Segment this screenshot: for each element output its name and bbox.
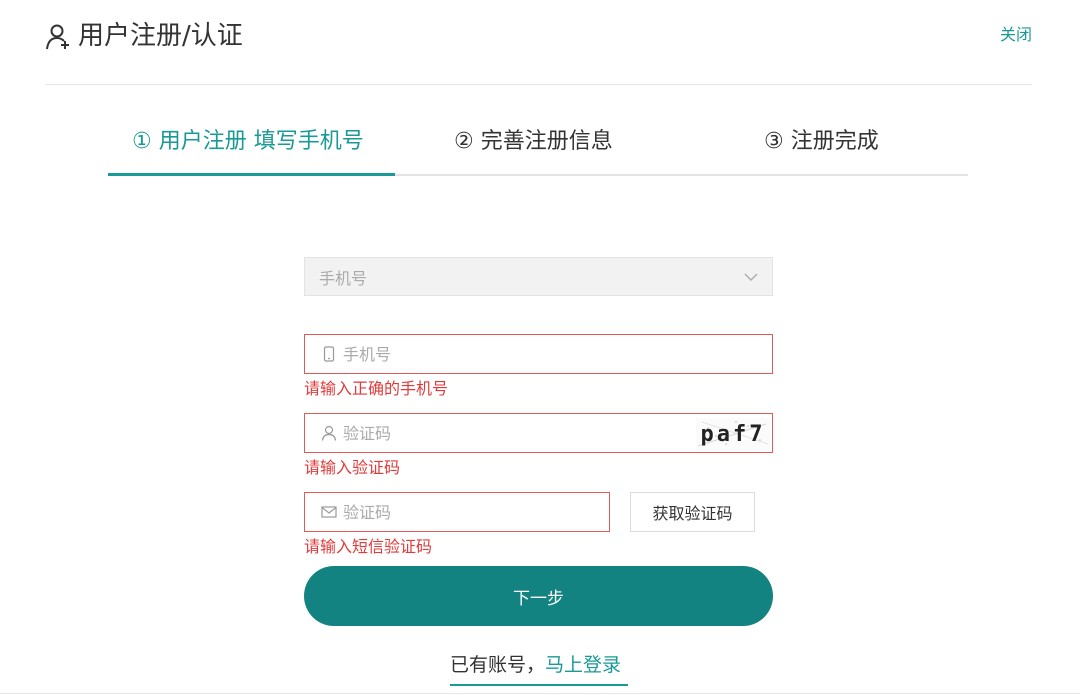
sms-code-field bbox=[304, 492, 610, 532]
mobile-icon bbox=[323, 346, 335, 362]
account-type-select-value: 手机号 bbox=[319, 268, 368, 288]
account-type-select[interactable]: 手机号 bbox=[304, 257, 773, 296]
step-3: ③ 注册完成 bbox=[764, 129, 879, 154]
step-2: ② 完善注册信息 bbox=[454, 129, 613, 154]
captcha-input[interactable] bbox=[343, 423, 703, 443]
page-title: 用户注册/认证 bbox=[78, 21, 243, 51]
captcha-image[interactable]: paf7 bbox=[696, 418, 770, 450]
login-underline bbox=[450, 684, 628, 686]
get-sms-code-button[interactable]: 获取验证码 bbox=[630, 492, 755, 532]
header-divider bbox=[46, 84, 1032, 85]
sms-code-error: 请输入短信验证码 bbox=[304, 537, 433, 556]
chevron-down-icon bbox=[744, 273, 758, 281]
user-plus-icon bbox=[46, 24, 69, 50]
close-link[interactable]: 关闭 bbox=[1000, 24, 1032, 46]
captcha-field: paf7 bbox=[304, 413, 773, 453]
login-prompt-text: 已有账号， bbox=[450, 654, 546, 676]
phone-error: 请输入正确的手机号 bbox=[304, 379, 449, 398]
step-1: ① 用户注册 填写手机号 bbox=[132, 129, 364, 154]
captcha-error: 请输入验证码 bbox=[304, 458, 401, 477]
steps-progress-active bbox=[108, 173, 395, 176]
user-icon bbox=[321, 425, 337, 441]
phone-field bbox=[304, 334, 773, 374]
phone-input[interactable] bbox=[343, 344, 772, 364]
login-prompt: 已有账号，马上登录 bbox=[450, 652, 621, 678]
sms-code-input[interactable] bbox=[343, 502, 609, 522]
next-step-button[interactable]: 下一步 bbox=[304, 566, 773, 626]
captcha-text: paf7 bbox=[700, 421, 766, 447]
mail-icon bbox=[321, 506, 337, 518]
bottom-divider bbox=[0, 693, 1080, 694]
login-link[interactable]: 马上登录 bbox=[545, 654, 621, 676]
